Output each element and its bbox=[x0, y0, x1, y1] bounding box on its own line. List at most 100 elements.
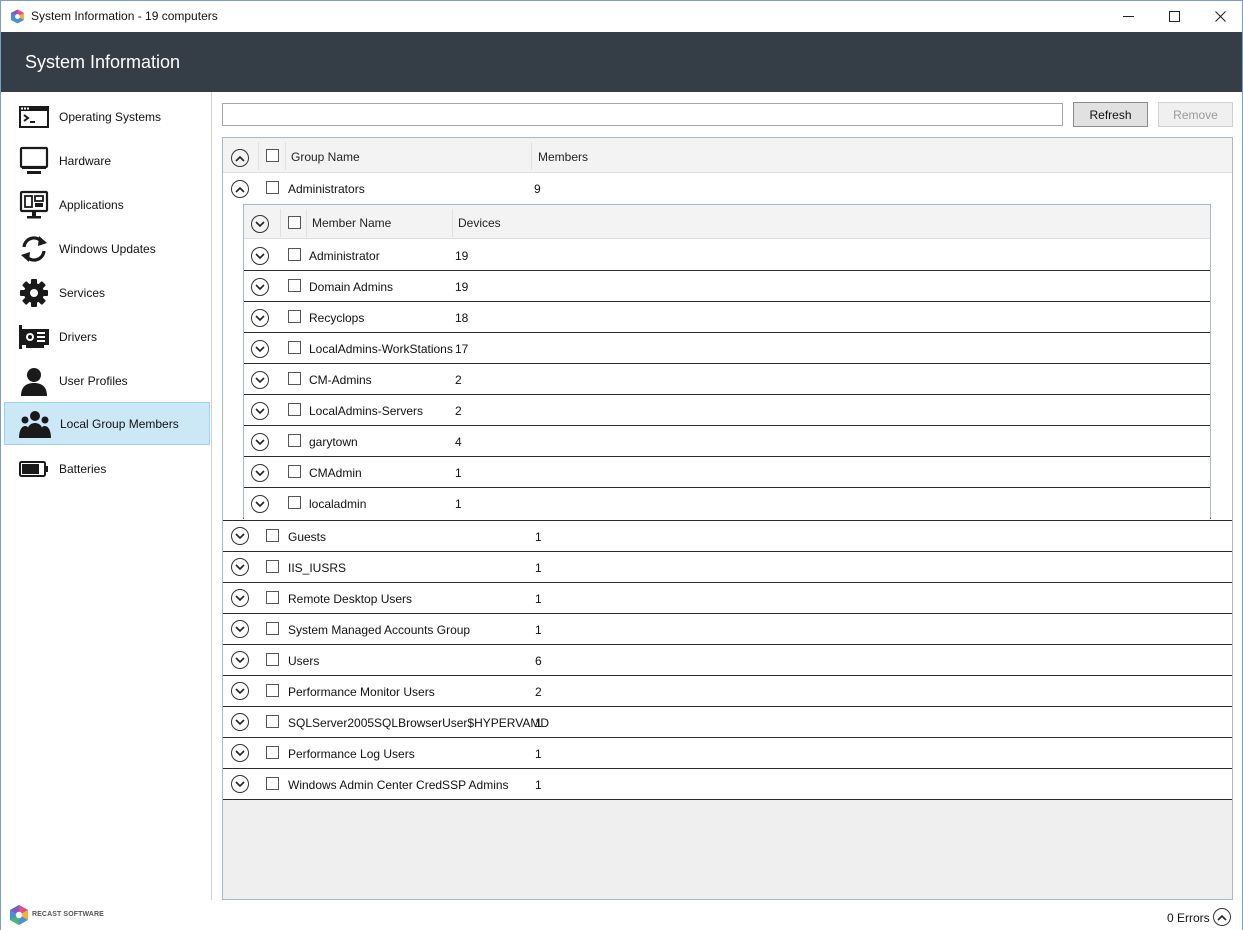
row-checkbox[interactable] bbox=[288, 310, 301, 323]
sidebar-item-hardware[interactable]: Hardware bbox=[4, 139, 210, 182]
collapse-all-toggle[interactable] bbox=[231, 149, 249, 167]
members-subgrid: Member Name Devices Administrator 19 Dom… bbox=[243, 204, 1211, 519]
expand-group-toggle[interactable] bbox=[231, 620, 249, 638]
group-row[interactable]: Remote Desktop Users 1 bbox=[223, 583, 1232, 614]
chevron-up-icon bbox=[235, 155, 245, 162]
member-row[interactable]: Domain Admins 19 bbox=[244, 271, 1210, 302]
group-row[interactable]: Windows Admin Center CredSSP Admins 1 bbox=[223, 769, 1232, 800]
row-checkbox[interactable] bbox=[266, 529, 279, 542]
group-row[interactable]: Users 6 bbox=[223, 645, 1232, 676]
row-checkbox[interactable] bbox=[288, 372, 301, 385]
member-row[interactable]: CMAdmin 1 bbox=[244, 457, 1210, 488]
sidebar-item-services[interactable]: Services bbox=[4, 271, 210, 314]
select-all-checkbox[interactable] bbox=[266, 149, 279, 162]
row-checkbox[interactable] bbox=[288, 341, 301, 354]
expand-group-toggle[interactable] bbox=[231, 744, 249, 762]
sidebar-item-operating-systems[interactable]: Operating Systems bbox=[4, 95, 210, 138]
expand-group-toggle[interactable] bbox=[231, 651, 249, 669]
close-button[interactable] bbox=[1197, 1, 1243, 32]
sidebar-item-drivers[interactable]: Drivers bbox=[4, 315, 210, 358]
expand-group-toggle[interactable] bbox=[231, 682, 249, 700]
terminal-icon bbox=[18, 102, 50, 132]
expand-member-toggle[interactable] bbox=[251, 402, 269, 420]
expand-group-toggle[interactable] bbox=[231, 775, 249, 793]
sidebar-item-batteries[interactable]: Batteries bbox=[4, 447, 210, 490]
expand-group-toggle[interactable] bbox=[231, 558, 249, 576]
sidebar-item-applications[interactable]: Applications bbox=[4, 183, 210, 226]
column-header-group-name[interactable]: Group Name bbox=[291, 150, 360, 164]
group-row[interactable]: SQLServer2005SQLBrowserUser$HYPERVAMD 1 bbox=[223, 707, 1232, 738]
expand-all-members-toggle[interactable] bbox=[251, 215, 269, 233]
group-members-count: 1 bbox=[535, 623, 542, 637]
expand-group-toggle[interactable] bbox=[231, 527, 249, 545]
sidebar-item-local-group-members[interactable]: Local Group Members bbox=[4, 402, 210, 445]
expand-member-toggle[interactable] bbox=[251, 278, 269, 296]
expand-member-toggle[interactable] bbox=[251, 464, 269, 482]
row-checkbox[interactable] bbox=[288, 496, 301, 509]
row-checkbox[interactable] bbox=[266, 684, 279, 697]
group-row[interactable]: Guests 1 bbox=[223, 521, 1232, 552]
row-checkbox[interactable] bbox=[288, 434, 301, 447]
expand-group-toggle[interactable] bbox=[231, 589, 249, 607]
row-checkbox[interactable] bbox=[266, 746, 279, 759]
chevron-down-icon bbox=[255, 407, 265, 414]
subgrid-header: Member Name Devices bbox=[244, 205, 1210, 239]
group-members-count: 1 bbox=[535, 778, 542, 792]
member-row[interactable]: Recyclops 18 bbox=[244, 302, 1210, 333]
group-row[interactable]: Performance Monitor Users 2 bbox=[223, 676, 1232, 707]
member-name: Administrator bbox=[309, 249, 380, 263]
sidebar-item-label: Services bbox=[59, 285, 106, 300]
expand-member-toggle[interactable] bbox=[251, 247, 269, 265]
expand-member-toggle[interactable] bbox=[251, 340, 269, 358]
refresh-button[interactable]: Refresh bbox=[1073, 102, 1148, 127]
row-checkbox[interactable] bbox=[266, 181, 279, 194]
member-row[interactable]: Administrator 19 bbox=[244, 240, 1210, 271]
row-checkbox[interactable] bbox=[288, 248, 301, 261]
group-members-count: 1 bbox=[535, 716, 542, 730]
column-header-members[interactable]: Members bbox=[538, 150, 588, 164]
member-row[interactable]: localadmin 1 bbox=[244, 488, 1210, 519]
select-all-members-checkbox[interactable] bbox=[288, 216, 301, 229]
row-checkbox[interactable] bbox=[288, 403, 301, 416]
sidebar-item-windows-updates[interactable]: Windows Updates bbox=[4, 227, 210, 270]
group-row[interactable]: System Managed Accounts Group 1 bbox=[223, 614, 1232, 645]
row-checkbox[interactable] bbox=[266, 777, 279, 790]
expand-member-toggle[interactable] bbox=[251, 371, 269, 389]
expand-member-toggle[interactable] bbox=[251, 495, 269, 513]
chevron-down-icon bbox=[235, 749, 245, 756]
expand-group-toggle[interactable] bbox=[231, 713, 249, 731]
column-header-devices[interactable]: Devices bbox=[458, 216, 501, 230]
expand-member-toggle[interactable] bbox=[251, 309, 269, 327]
collapse-group-toggle[interactable] bbox=[231, 180, 249, 198]
column-header-member-name[interactable]: Member Name bbox=[312, 216, 391, 230]
expand-member-toggle[interactable] bbox=[251, 433, 269, 451]
row-checkbox[interactable] bbox=[266, 653, 279, 666]
member-row[interactable]: garytown 4 bbox=[244, 426, 1210, 457]
sidebar-item-label: User Profiles bbox=[59, 373, 128, 388]
search-input[interactable] bbox=[222, 103, 1063, 126]
row-checkbox[interactable] bbox=[288, 279, 301, 292]
chevron-down-icon bbox=[255, 252, 265, 259]
row-checkbox[interactable] bbox=[288, 465, 301, 478]
member-row[interactable]: LocalAdmins-Servers 2 bbox=[244, 395, 1210, 426]
member-row[interactable]: LocalAdmins-WorkStations 17 bbox=[244, 333, 1210, 364]
row-checkbox[interactable] bbox=[266, 560, 279, 573]
member-name: Recyclops bbox=[309, 311, 365, 325]
brand-name: RECAST SOFTWARE bbox=[32, 911, 104, 918]
member-devices: 19 bbox=[455, 249, 469, 263]
remove-button[interactable]: Remove bbox=[1158, 102, 1233, 127]
row-checkbox[interactable] bbox=[266, 591, 279, 604]
maximize-button[interactable] bbox=[1151, 1, 1197, 32]
title-bar: System Information - 19 computers bbox=[1, 1, 1242, 32]
row-checkbox[interactable] bbox=[266, 715, 279, 728]
group-row[interactable]: Performance Log Users 1 bbox=[223, 738, 1232, 769]
chevron-down-icon bbox=[235, 656, 245, 663]
errors-panel-toggle[interactable] bbox=[1213, 908, 1231, 926]
minimize-button[interactable] bbox=[1105, 1, 1151, 32]
battery-icon bbox=[18, 454, 50, 484]
sidebar-item-user-profiles[interactable]: User Profiles bbox=[4, 359, 210, 402]
row-checkbox[interactable] bbox=[266, 622, 279, 635]
group-members-count: 1 bbox=[535, 747, 542, 761]
group-row[interactable]: IIS_IUSRS 1 bbox=[223, 552, 1232, 583]
member-row[interactable]: CM-Admins 2 bbox=[244, 364, 1210, 395]
